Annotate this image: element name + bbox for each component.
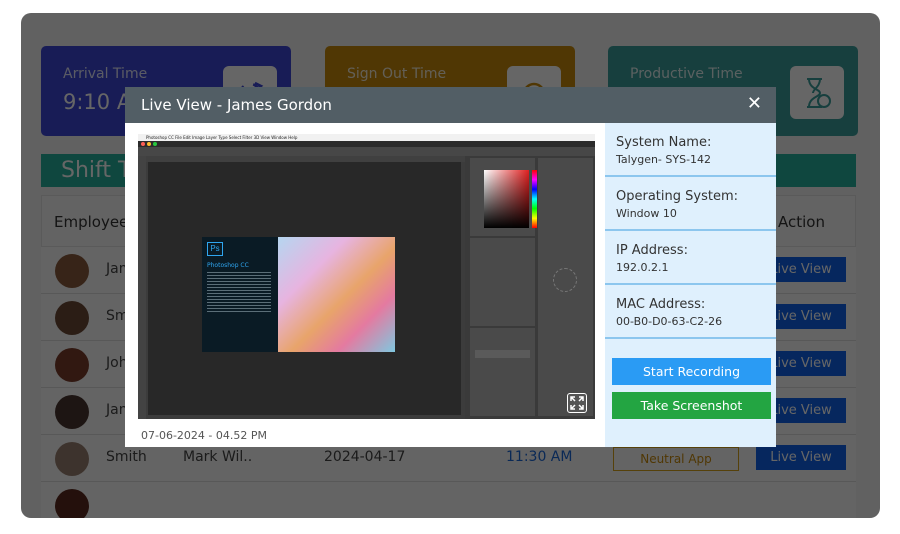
close-icon[interactable]: ✕ [747, 95, 762, 113]
live-view-modal: Live View - James Gordon ✕ Photoshop CC … [125, 87, 776, 447]
info-label: System Name: [616, 135, 712, 150]
splash-screen: Ps Photoshop CC [202, 237, 395, 352]
splash-info: Ps Photoshop CC [202, 237, 278, 352]
splash-artwork [278, 237, 395, 352]
hue-slider [532, 170, 537, 228]
color-panel [470, 158, 537, 236]
layers-panel [470, 328, 535, 416]
tools-panel [138, 156, 146, 419]
photoshop-logo-icon: Ps [207, 242, 223, 256]
libraries-panel [538, 158, 593, 416]
info-label: MAC Address: [616, 297, 706, 312]
window-close-dot [141, 142, 145, 146]
info-label: IP Address: [616, 243, 688, 258]
expand-icon[interactable] [567, 393, 587, 413]
ip-address-info: IP Address: 192.0.2.1 [605, 231, 776, 285]
info-value: 192.0.2.1 [616, 261, 669, 274]
operating-system-info: Operating System: Window 10 [605, 177, 776, 231]
app-options-bar [138, 147, 595, 156]
splash-credits [207, 272, 271, 314]
info-value: 00-B0-D0-63-C2-26 [616, 315, 723, 328]
info-value: Window 10 [616, 207, 677, 220]
window-minimize-dot [147, 142, 151, 146]
system-info-panel: System Name: Talygen- SYS-142 Operating … [605, 123, 776, 447]
window-maximize-dot [153, 142, 157, 146]
info-value: Talygen- SYS-142 [616, 153, 712, 166]
info-label: Operating System: [616, 189, 738, 204]
drop-target-icon [553, 268, 577, 292]
mac-address-info: MAC Address: 00-B0-D0-63-C2-26 [605, 285, 776, 339]
background-layer [475, 350, 530, 358]
splash-title: Photoshop CC [207, 262, 249, 269]
properties-panel [470, 238, 535, 326]
system-name-info: System Name: Talygen- SYS-142 [605, 123, 776, 177]
app-menubar: Photoshop CC File Edit Image Layer Type … [138, 134, 595, 141]
live-screen-view: Photoshop CC File Edit Image Layer Type … [138, 134, 595, 419]
start-recording-button[interactable]: Start Recording [612, 358, 771, 385]
modal-title: Live View - James Gordon [141, 96, 332, 114]
capture-timestamp: 07-06-2024 - 04.52 PM [141, 429, 268, 442]
modal-header: Live View - James Gordon ✕ [125, 87, 776, 123]
right-panels [465, 156, 595, 419]
color-picker [484, 170, 529, 228]
take-screenshot-button[interactable]: Take Screenshot [612, 392, 771, 419]
